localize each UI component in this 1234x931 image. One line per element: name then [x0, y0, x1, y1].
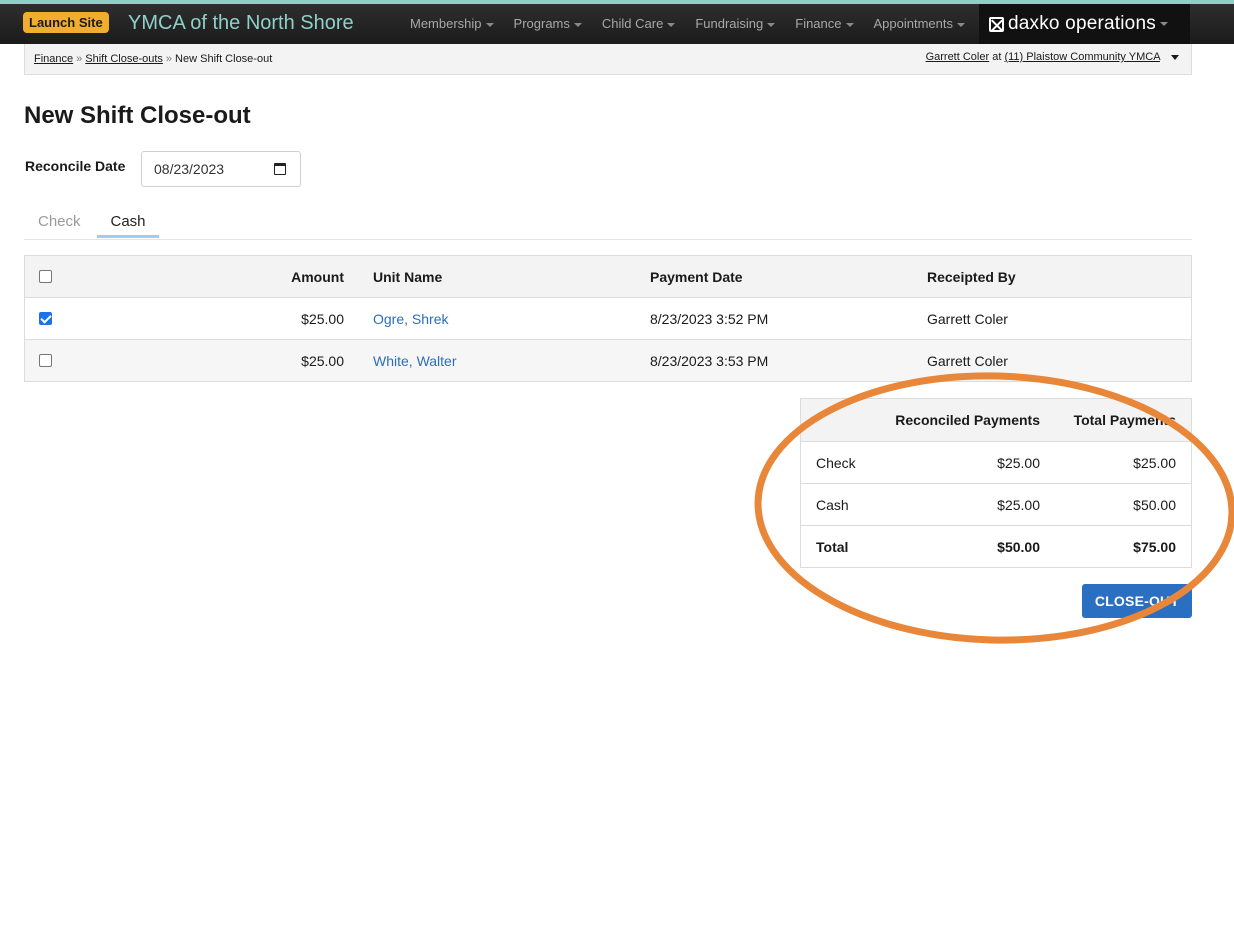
payments-table: Amount Unit Name Payment Date Receipted …: [24, 255, 1192, 382]
table-row: $25.00 White, Walter 8/23/2023 3:53 PM G…: [25, 340, 1191, 381]
select-all-checkbox[interactable]: [39, 270, 52, 283]
payment-type-tabs: Check Cash: [24, 208, 1192, 240]
breadcrumb-separator: »: [76, 53, 83, 65]
breadcrumb: Finance» Shift Close-outs» New Shift Close…: [34, 53, 272, 65]
nav-label: Fundraising: [695, 16, 764, 31]
chevron-down-icon: [957, 22, 965, 27]
summary-total-label: Total: [816, 539, 849, 555]
nav-label: Membership: [410, 16, 482, 31]
row-checkbox-cell: [39, 312, 52, 328]
user-name-link[interactable]: Garrett Coler: [926, 51, 990, 63]
nav-label: Finance: [795, 16, 842, 31]
nav-label: Appointments: [873, 16, 954, 31]
chevron-down-icon: [485, 22, 494, 27]
chevron-down-icon: [667, 22, 676, 27]
chevron-down-icon: [845, 22, 854, 27]
header-unit-name: Unit Name: [373, 269, 443, 285]
main-nav: Membership Programs Child Care Fundraisi…: [400, 4, 975, 44]
breadcrumb-shift-closeouts[interactable]: Shift Close-outs: [85, 53, 163, 65]
row-unit-name-link[interactable]: White, Walter: [373, 340, 457, 382]
user-location-menu: Garrett Coler at (11) Plaistow Community…: [926, 51, 1179, 63]
summary-label: Cash: [816, 497, 849, 513]
chevron-down-icon: [573, 22, 582, 27]
summary-total: $25.00: [1133, 455, 1176, 471]
tab-cash[interactable]: Cash: [97, 213, 159, 230]
chevron-down-icon: [1159, 22, 1168, 26]
summary-grand-total: $75.00: [1133, 539, 1176, 555]
header-payment-date: Payment Date: [650, 269, 743, 285]
row-receipted-by: Garrett Coler: [927, 353, 1008, 369]
table-row: $25.00 Ogre, Shrek 8/23/2023 3:52 PM Gar…: [25, 298, 1191, 340]
page-title: New Shift Close-out: [24, 102, 251, 129]
breadcrumb-current: New Shift Close-out: [175, 53, 273, 65]
table-header-row: Amount Unit Name Payment Date Receipted …: [25, 256, 1191, 298]
reconcile-date-value: 08/23/2023: [154, 161, 225, 177]
summary-reconciled: $25.00: [997, 455, 1040, 471]
row-amount: $25.00: [301, 353, 344, 369]
summary-total: $50.00: [1133, 497, 1176, 513]
summary-label: Check: [816, 455, 856, 471]
breadcrumb-separator: »: [165, 53, 173, 65]
nav-finance[interactable]: Finance: [785, 4, 863, 44]
nav-label: Child Care: [601, 16, 664, 31]
top-navbar: Launch Site YMCA of the North Shore Memb…: [0, 4, 1234, 44]
nav-fundraising[interactable]: Fundraising: [685, 4, 785, 44]
tab-check[interactable]: Check: [38, 213, 81, 230]
location-link[interactable]: (11) Plaistow Community YMCA: [1004, 51, 1159, 63]
launch-site-button[interactable]: Launch Site: [23, 12, 109, 33]
header-total-payments: Total Payments: [1073, 412, 1176, 428]
daxko-logo-icon: [989, 16, 1004, 32]
summary-total-row: Total $50.00 $75.00: [801, 526, 1191, 567]
row-checkbox-cell: [39, 354, 52, 370]
header-amount: Amount: [291, 269, 344, 285]
nav-child-care[interactable]: Child Care: [592, 4, 685, 44]
row-receipted-by: Garrett Coler: [927, 311, 1008, 327]
nav-programs[interactable]: Programs: [504, 4, 592, 44]
row-payment-date: 8/23/2023 3:52 PM: [650, 311, 769, 327]
summary-row: Cash $25.00 $50.00: [801, 484, 1191, 526]
summary-table: Reconciled Payments Total Payments Check…: [800, 398, 1192, 568]
row-checkbox[interactable]: [39, 354, 52, 367]
chevron-down-icon: [767, 22, 776, 27]
reconcile-date-input[interactable]: 08/23/2023: [141, 151, 301, 187]
row-amount: $25.00: [301, 311, 344, 327]
site-title[interactable]: YMCA of the North Shore: [128, 10, 354, 36]
close-out-button[interactable]: CLOSE-OUT: [1082, 584, 1192, 618]
breadcrumb-finance[interactable]: Finance: [34, 53, 73, 65]
nav-membership[interactable]: Membership: [400, 4, 504, 44]
row-checkbox[interactable]: [39, 312, 52, 325]
summary-row: Check $25.00 $25.00: [801, 442, 1191, 484]
row-payment-date: 8/23/2023 3:53 PM: [650, 353, 769, 369]
header-receipted-by: Receipted By: [927, 269, 1016, 285]
calendar-icon[interactable]: [274, 163, 286, 175]
nav-label: Programs: [513, 16, 570, 31]
caret-down-icon[interactable]: [1171, 54, 1179, 60]
nav-appointments[interactable]: Appointments: [864, 4, 976, 44]
select-all-cell: [39, 270, 52, 286]
summary-reconciled: $25.00: [997, 497, 1040, 513]
summary-header-row: Reconciled Payments Total Payments: [801, 399, 1191, 442]
summary-total-reconciled: $50.00: [997, 539, 1040, 555]
header-reconciled-payments: Reconciled Payments: [895, 412, 1040, 428]
reconcile-date-label: Reconcile Date: [25, 158, 126, 174]
breadcrumb-bar: Finance» Shift Close-outs» New Shift Close…: [24, 44, 1192, 75]
brand-name: daxko operations: [1008, 13, 1156, 34]
brand-menu[interactable]: daxko operations: [979, 4, 1190, 44]
user-at-text: at: [992, 51, 1002, 63]
row-unit-name-link[interactable]: Ogre, Shrek: [373, 298, 448, 340]
active-tab-indicator: [97, 235, 159, 238]
